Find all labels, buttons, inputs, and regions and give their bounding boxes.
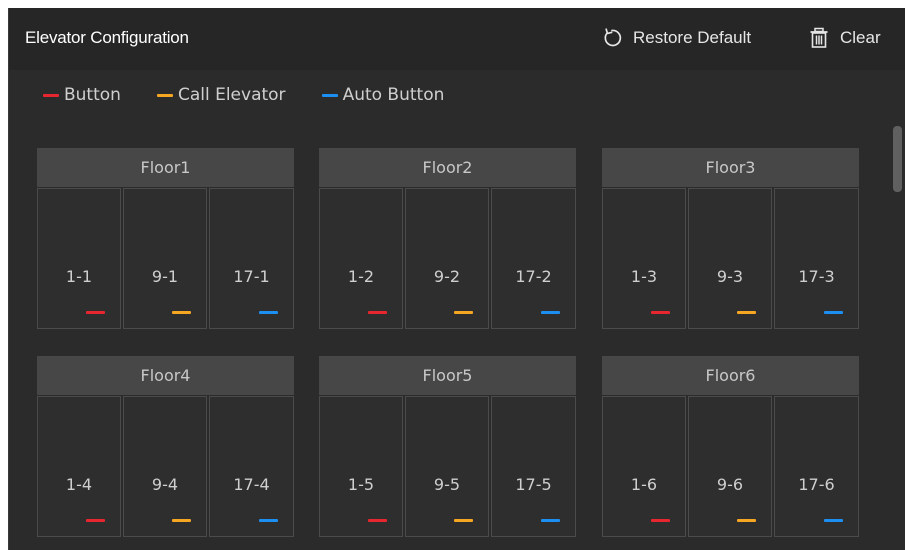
elevator-configuration-panel: Elevator Configuration Restore Default C… [8, 8, 905, 550]
button-cell[interactable]: 1-3 [602, 188, 686, 329]
button-number: 17-2 [515, 267, 552, 286]
button-number: 17-3 [798, 267, 835, 286]
floor-title: Floor2 [319, 148, 576, 187]
call-elevator-cell[interactable]: 9-1 [123, 188, 207, 329]
legend-item-button: Button [43, 85, 121, 105]
button-cell[interactable]: 1-5 [319, 396, 403, 537]
legend-swatch [321, 93, 338, 97]
restore-default-button[interactable]: Restore Default [601, 25, 751, 51]
floor-card: Floor1 1-1 9-1 17-1 [37, 148, 294, 331]
call-elevator-mark [172, 311, 191, 314]
button-number: 1-5 [347, 475, 375, 494]
auto-button-cell[interactable]: 17-6 [774, 396, 859, 537]
auto-button-mark [824, 519, 843, 522]
floor-card: Floor5 1-5 9-5 17-5 [319, 356, 576, 539]
button-cell[interactable]: 1-1 [37, 188, 121, 329]
panel-header: Elevator Configuration Restore Default C… [9, 8, 905, 70]
auto-button-mark [259, 311, 278, 314]
button-cell[interactable]: 1-4 [37, 396, 121, 537]
call-elevator-cell[interactable]: 9-3 [688, 188, 772, 329]
button-number: 9-3 [716, 267, 744, 286]
legend-label: Call Elevator [177, 85, 286, 105]
clear-button[interactable]: Clear [808, 25, 881, 51]
auto-button-cell[interactable]: 17-1 [209, 188, 294, 329]
legend-item-call-elevator: Call Elevator [156, 85, 286, 105]
legend-swatch [156, 93, 173, 97]
restore-default-label: Restore Default [633, 28, 752, 47]
button-mark [651, 311, 670, 314]
legend-label: Button [64, 85, 121, 105]
button-number: 9-2 [433, 267, 461, 286]
button-cell[interactable]: 1-2 [319, 188, 403, 329]
button-number: 9-5 [433, 475, 461, 494]
auto-button-mark [541, 519, 560, 522]
auto-button-mark [259, 519, 278, 522]
button-mark [86, 311, 105, 314]
call-elevator-mark [737, 519, 756, 522]
trash-icon [808, 27, 830, 49]
button-mark [651, 519, 670, 522]
call-elevator-cell[interactable]: 9-5 [405, 396, 489, 537]
floor-title: Floor6 [602, 356, 859, 395]
floor-title: Floor5 [319, 356, 576, 395]
button-mark [368, 311, 387, 314]
button-number: 17-5 [515, 475, 552, 494]
button-number: 1-6 [630, 475, 658, 494]
auto-button-cell[interactable]: 17-4 [209, 396, 294, 537]
legend-item-auto-button: Auto Button [321, 85, 445, 105]
button-mark [86, 519, 105, 522]
floor-title: Floor3 [602, 148, 859, 187]
button-number: 17-6 [798, 475, 835, 494]
auto-button-cell[interactable]: 17-3 [774, 188, 859, 329]
button-number: 17-1 [233, 267, 270, 286]
legend: Button Call Elevator Auto Button [43, 83, 480, 107]
auto-button-cell[interactable]: 17-5 [491, 396, 576, 537]
call-elevator-mark [454, 519, 473, 522]
button-number: 1-1 [65, 267, 93, 286]
button-number: 9-6 [716, 475, 744, 494]
floor-card: Floor6 1-6 9-6 17-6 [602, 356, 859, 539]
button-cell[interactable]: 1-6 [602, 396, 686, 537]
floor-card: Floor3 1-3 9-3 17-3 [602, 148, 859, 331]
floor-card: Floor4 1-4 9-4 17-4 [37, 356, 294, 539]
button-number: 1-4 [65, 475, 93, 494]
floor-card: Floor2 1-2 9-2 17-2 [319, 148, 576, 331]
clear-label: Clear [840, 28, 881, 47]
legend-swatch [43, 93, 59, 97]
button-mark [368, 519, 387, 522]
call-elevator-mark [454, 311, 473, 314]
restore-icon [601, 27, 623, 49]
call-elevator-mark [172, 519, 191, 522]
button-number: 1-2 [347, 267, 375, 286]
vertical-scrollbar[interactable] [893, 126, 902, 192]
call-elevator-cell[interactable]: 9-2 [405, 188, 489, 329]
auto-button-mark [824, 311, 843, 314]
button-number: 1-3 [630, 267, 658, 286]
auto-button-cell[interactable]: 17-2 [491, 188, 576, 329]
call-elevator-cell[interactable]: 9-6 [688, 396, 772, 537]
floor-title: Floor4 [37, 356, 294, 395]
auto-button-mark [541, 311, 560, 314]
button-number: 17-4 [233, 475, 270, 494]
legend-label: Auto Button [342, 85, 445, 105]
page-title: Elevator Configuration [25, 28, 189, 47]
button-number: 9-4 [151, 475, 179, 494]
call-elevator-cell[interactable]: 9-4 [123, 396, 207, 537]
button-number: 9-1 [151, 267, 179, 286]
call-elevator-mark [737, 311, 756, 314]
floor-title: Floor1 [37, 148, 294, 187]
